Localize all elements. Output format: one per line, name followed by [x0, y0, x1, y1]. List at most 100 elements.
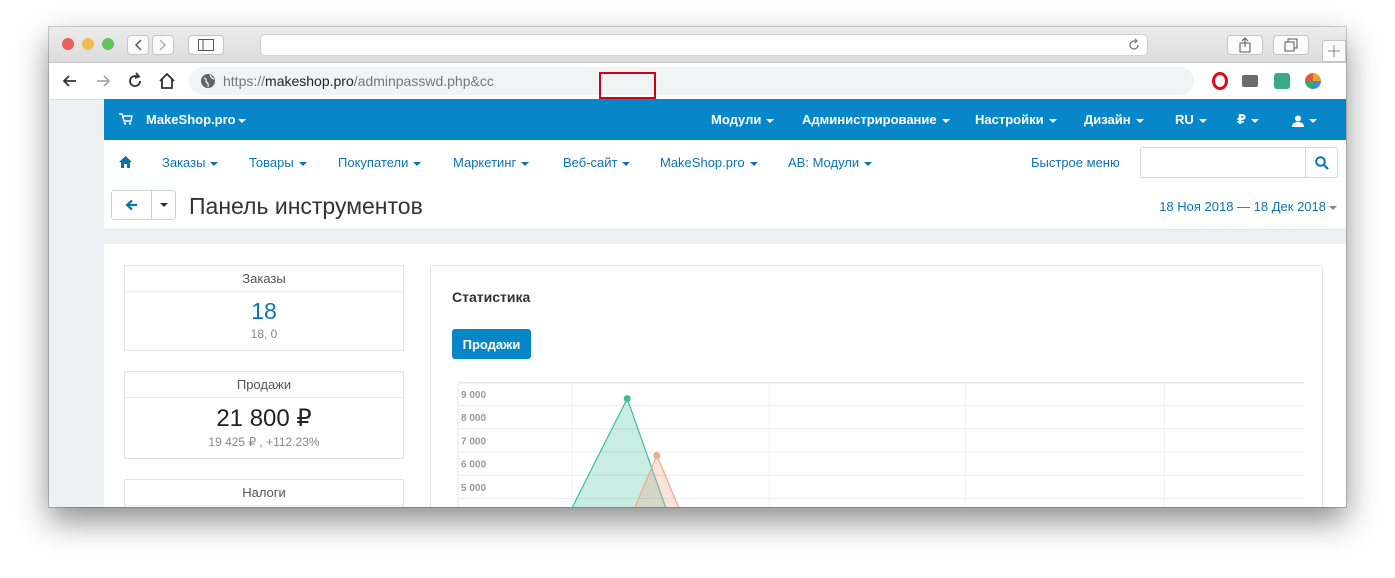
subnav-item-customers[interactable]: Покупатели — [338, 155, 422, 170]
user-icon — [1292, 115, 1304, 127]
search-icon — [1314, 155, 1329, 170]
page-title: Панель инструментов — [189, 193, 423, 219]
new-tab-button[interactable] — [1322, 40, 1346, 62]
card-sub: 19 425 ₽ , +112.23% — [208, 435, 320, 449]
card-sub: 18, 0 — [250, 327, 278, 341]
sales-button[interactable]: Продажи — [452, 329, 531, 359]
back-arrow-icon[interactable] — [60, 71, 80, 91]
brand-label: MakeShop.pro — [146, 112, 236, 127]
subnav-item-makeshop[interactable]: MakeShop.pro — [660, 155, 758, 170]
vpn-extension-icon[interactable] — [1274, 73, 1290, 89]
y-tick-label: 9 000 — [461, 390, 486, 401]
chart-area: 9 000 8 000 7 000 6 000 5 000 4 000 — [431, 366, 1324, 507]
subnav-label: AB: Модули — [788, 155, 860, 170]
subnav-item-orders[interactable]: Заказы — [162, 155, 219, 170]
dashboard: Заказы 18 18, 0 Продажи 21 800 ₽ 19 425 … — [104, 244, 1346, 507]
subnav-label: Веб-сайт — [563, 155, 618, 170]
date-range-picker[interactable]: 18 Ноя 2018 — 18 Дек 2018 — [1159, 199, 1337, 214]
topnav-item-language[interactable]: RU — [1175, 112, 1207, 127]
caret-down-icon — [521, 161, 530, 166]
caret-down-icon — [1251, 118, 1260, 123]
back-dropdown-button[interactable] — [151, 190, 176, 220]
mac-back-button[interactable] — [127, 35, 149, 55]
url-host: makeshop.pro — [265, 73, 354, 89]
search-button[interactable] — [1305, 147, 1338, 178]
topnav-label: Настройки — [975, 112, 1044, 127]
mac-forward-button[interactable] — [152, 35, 174, 55]
statistics-panel: Статистика Продажи 9 000 8 000 7 000 6 000 5… — [430, 265, 1323, 507]
share-icon — [1239, 37, 1251, 53]
caret-down-icon — [1329, 205, 1337, 210]
caret-down-icon — [237, 118, 246, 123]
url-prefix: https:// — [223, 73, 266, 89]
browser-toolbar: https://makeshop.pro/adminpasswd.php&cc — [49, 63, 1346, 100]
tv-extension-icon[interactable] — [1242, 75, 1258, 87]
share-button[interactable] — [1227, 35, 1263, 55]
y-tick-label: 4 000 — [461, 506, 486, 507]
caret-down-icon — [1135, 118, 1144, 123]
reload-icon[interactable] — [125, 71, 145, 91]
caret-down-icon — [1048, 118, 1057, 123]
topnav-item-design[interactable]: Дизайн — [1084, 112, 1144, 127]
plus-icon — [1328, 45, 1340, 57]
y-tick-label: 6 000 — [461, 460, 486, 471]
url-text[interactable]: https://makeshop.pro/adminpasswd.php&cc — [223, 73, 494, 89]
top-navigation: MakeShop.pro Модули Администрирование На… — [104, 99, 1346, 140]
home-icon[interactable] — [157, 71, 177, 91]
tabs-overview-button[interactable] — [1273, 35, 1309, 55]
omnibox[interactable]: https://makeshop.pro/adminpasswd.php&cc — [189, 67, 1194, 99]
forward-arrow-icon[interactable] — [93, 71, 113, 91]
topnav-item-modules[interactable]: Модули — [711, 112, 775, 127]
taxes-card: Налоги — [124, 479, 404, 507]
sub-navigation: Заказы Товары Покупатели Маркетинг Веб-с… — [104, 140, 1346, 187]
topnav-item-user[interactable] — [1292, 112, 1317, 127]
opera-extension-icon[interactable] — [1212, 72, 1228, 90]
reload-icon[interactable] — [1127, 38, 1141, 52]
brand-menu[interactable]: MakeShop.pro — [146, 112, 246, 127]
chevron-right-icon — [159, 39, 166, 51]
caret-down-icon — [413, 161, 422, 166]
caret-down-icon — [622, 161, 631, 166]
topnav-label: RU — [1175, 112, 1194, 127]
site: MakeShop.pro Модули Администрирование На… — [104, 99, 1346, 507]
y-tick-label: 5 000 — [461, 483, 486, 494]
subnav-item-website[interactable]: Веб-сайт — [563, 155, 631, 170]
url-path: /adminpasswd.php&cc — [353, 73, 494, 89]
card-value: 18 — [251, 298, 277, 324]
close-window-button[interactable] — [62, 38, 74, 50]
caret-down-icon — [159, 203, 168, 207]
card-value: 21 800 ₽ — [216, 405, 312, 432]
topnav-label: Дизайн — [1084, 112, 1131, 127]
sidebar-icon — [198, 39, 214, 51]
caret-down-icon — [749, 161, 758, 166]
card-title: Заказы — [125, 266, 403, 292]
caret-down-icon — [1309, 118, 1317, 123]
topnav-label: ₽ — [1237, 112, 1247, 127]
search-input[interactable] — [1140, 147, 1306, 178]
card-title: Продажи — [125, 372, 403, 398]
back-button[interactable] — [111, 190, 152, 220]
home-icon[interactable] — [119, 156, 132, 168]
topnav-label: Администрирование — [802, 112, 937, 127]
mac-address-bar[interactable] — [260, 34, 1148, 56]
zoom-window-button[interactable] — [102, 38, 114, 50]
minimize-window-button[interactable] — [82, 38, 94, 50]
sales-card: Продажи 21 800 ₽ 19 425 ₽ , +112.23% — [124, 371, 404, 459]
colorful-extension-icon[interactable] — [1305, 73, 1321, 89]
caret-down-icon — [941, 118, 950, 123]
title-bar — [49, 27, 1346, 63]
sidebar-toggle-button[interactable] — [188, 35, 224, 55]
topnav-item-settings[interactable]: Настройки — [975, 112, 1057, 127]
topnav-item-currency[interactable]: ₽ — [1237, 112, 1260, 128]
subnav-item-ab-modules[interactable]: AB: Модули — [788, 155, 873, 170]
browser-window: https://makeshop.pro/adminpasswd.php&cc … — [49, 27, 1346, 507]
subnav-label: MakeShop.pro — [660, 155, 745, 170]
topnav-item-administration[interactable]: Администрирование — [802, 112, 950, 127]
subnav-label: Заказы — [162, 155, 206, 170]
quick-menu-link[interactable]: Быстрое меню — [1031, 155, 1120, 170]
card-title: Налоги — [125, 480, 403, 506]
subnav-item-products[interactable]: Товары — [249, 155, 307, 170]
caret-down-icon — [298, 161, 307, 166]
series-point — [623, 395, 631, 403]
subnav-item-marketing[interactable]: Маркетинг — [453, 155, 530, 170]
